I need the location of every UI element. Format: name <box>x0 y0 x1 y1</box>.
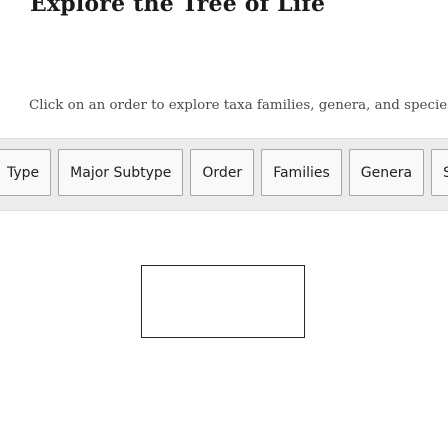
major-subtype-button[interactable]: Major Subtype <box>58 149 184 196</box>
taxonomy-nav-bar: Type Major Subtype Order Families Genera… <box>0 138 448 211</box>
instruction-text: Click on an order to explore taxa famili… <box>29 98 448 113</box>
order-button[interactable]: Order <box>190 149 255 196</box>
taxonomy-nav-track: Type Major Subtype Order Families Genera… <box>0 149 448 196</box>
taxa-display-box <box>141 265 305 338</box>
app-page: Explore the Tree of Life Click on an ord… <box>0 0 448 448</box>
families-button[interactable]: Families <box>261 149 342 196</box>
page-title: Explore the Tree of Life <box>30 0 326 17</box>
species-button[interactable]: Species <box>431 149 448 196</box>
type-button[interactable]: Type <box>0 149 52 196</box>
genera-button[interactable]: Genera <box>348 149 425 196</box>
